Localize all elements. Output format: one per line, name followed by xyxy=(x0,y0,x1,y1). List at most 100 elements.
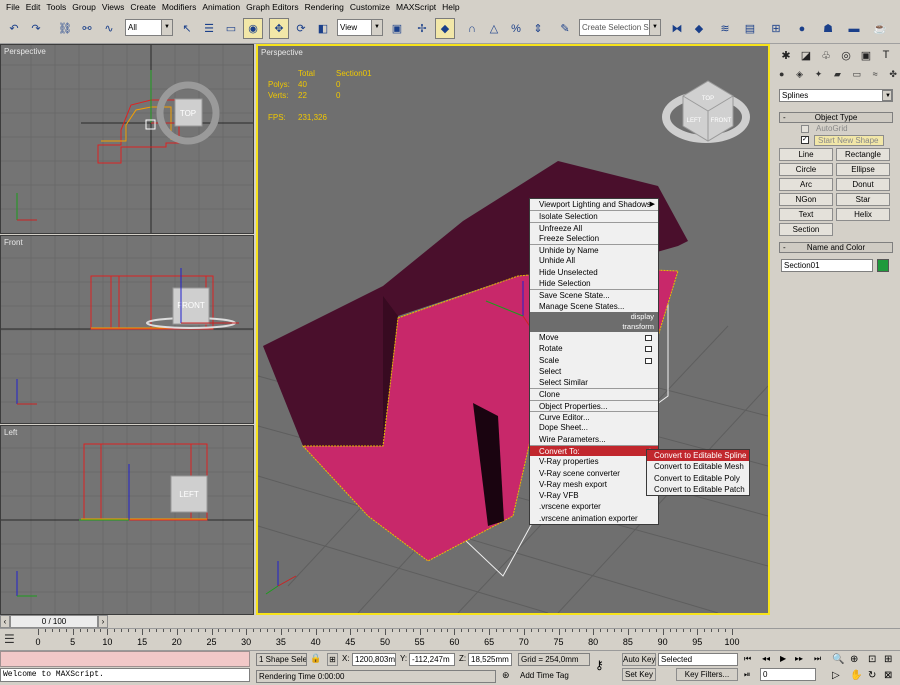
select-move-icon[interactable]: ✥ xyxy=(269,18,289,39)
key-icon[interactable]: ⚷ xyxy=(595,658,604,672)
cameras-icon[interactable]: ▰ xyxy=(834,69,841,83)
time-slider-bar[interactable]: ‹ 0 / 100 › xyxy=(0,615,900,628)
spacewarps-icon[interactable]: ≈ xyxy=(873,69,878,83)
percent-snap-icon[interactable]: % xyxy=(506,18,526,39)
menu-item-save-scene-state[interactable]: Save Scene State... xyxy=(530,289,658,300)
key-mode-icon[interactable]: ⏯ xyxy=(744,670,750,680)
next-frame-icon[interactable]: ▸▸ xyxy=(795,654,803,663)
menu-item-unhide-by-name[interactable]: Unhide by Name xyxy=(530,244,658,255)
menu-item-vrscene-animation-exporter[interactable]: .vrscene animation exporter xyxy=(530,513,658,524)
bind-space-warp-icon[interactable]: ∿ xyxy=(99,18,119,39)
ellipse-button[interactable]: Ellipse xyxy=(836,163,890,176)
select-scale-icon[interactable]: ◧ xyxy=(313,18,333,39)
menu-modifiers[interactable]: Modifiers xyxy=(159,0,199,14)
play-icon[interactable]: ▶ xyxy=(780,654,786,663)
submenu-item-convert-to-editable-mesh[interactable]: Convert to Editable Mesh xyxy=(647,461,749,472)
rect-selection-icon[interactable]: ▭ xyxy=(221,18,241,39)
object-type-rollout-header[interactable]: - Object Type xyxy=(779,112,893,123)
submenu-item-convert-to-editable-patch[interactable]: Convert to Editable Patch xyxy=(647,484,749,495)
edit-named-selection-icon[interactable]: ✎ xyxy=(555,18,575,39)
time-slider-thumb[interactable]: 0 / 100 xyxy=(10,615,98,628)
viewport-label[interactable]: Left xyxy=(4,428,17,437)
menu-help[interactable]: Help xyxy=(439,0,462,14)
circle-button[interactable]: Circle xyxy=(779,163,833,176)
menu-edit[interactable]: Edit xyxy=(23,0,44,14)
settings-box-icon[interactable] xyxy=(645,334,652,341)
key-filters-button[interactable]: Key Filters... xyxy=(676,668,738,681)
viewport-label[interactable]: Perspective xyxy=(4,47,46,56)
maxscript-mini-listener[interactable]: Welcome to MAXScript. xyxy=(0,668,250,682)
redo-icon[interactable]: ↷ xyxy=(26,18,46,39)
menu-graph-editors[interactable]: Graph Editors xyxy=(243,0,301,14)
viewcube-label[interactable]: TOP xyxy=(180,109,196,118)
menu-item-dope-sheet[interactable]: Dope Sheet... xyxy=(530,422,658,433)
menu-animation[interactable]: Animation xyxy=(199,0,243,14)
settings-box-icon[interactable] xyxy=(645,346,652,353)
section-button[interactable]: Section xyxy=(779,223,833,236)
y-coordinate-field[interactable]: -112,247m xyxy=(409,653,455,666)
spinner-snap-icon[interactable]: ⇕ xyxy=(528,18,548,39)
menu-create[interactable]: Create xyxy=(127,0,159,14)
modify-tab-icon[interactable]: ◪ xyxy=(797,46,815,64)
go-to-start-icon[interactable]: ⏮ xyxy=(744,654,751,664)
text-button[interactable]: Text xyxy=(779,208,833,221)
chevron-right-icon[interactable]: › xyxy=(98,615,108,628)
start-new-shape-button[interactable]: Start New Shape xyxy=(814,135,884,146)
selection-filter-dropdown[interactable]: All ▼ xyxy=(125,19,173,36)
menu-item-move[interactable]: Move xyxy=(530,332,658,343)
align-icon[interactable]: ◆ xyxy=(689,18,709,39)
menu-tools[interactable]: Tools xyxy=(43,0,69,14)
menu-item-convert-to[interactable]: Convert To:▶ xyxy=(530,444,658,457)
mirror-icon[interactable]: ⧓ xyxy=(667,18,687,39)
menu-item-clone[interactable]: Clone xyxy=(530,388,658,399)
menu-item-manage-scene-states[interactable]: Manage Scene States... xyxy=(530,301,658,312)
zoom-all-icon[interactable]: ⊕ xyxy=(850,654,858,665)
object-color-swatch[interactable] xyxy=(877,259,889,272)
undo-icon[interactable]: ↶ xyxy=(4,18,24,39)
helix-button[interactable]: Helix xyxy=(836,208,890,221)
left-viewport[interactable]: LEFT Left xyxy=(0,425,254,615)
go-to-end-icon[interactable]: ⏭ xyxy=(814,654,821,664)
autogrid-checkbox[interactable] xyxy=(801,125,809,133)
rectangle-button[interactable]: Rectangle xyxy=(836,148,890,161)
menu-item-select-similar[interactable]: Select Similar xyxy=(530,377,658,388)
perspective-viewport[interactable]: TOP LEFT FRONT Perspective Total Section… xyxy=(256,44,770,615)
settings-box-icon[interactable] xyxy=(645,357,652,364)
snaps-toggle-icon[interactable]: ∩ xyxy=(462,18,482,39)
material-editor-icon[interactable]: ● xyxy=(792,18,812,39)
layer-manager-icon[interactable]: ≋ xyxy=(715,18,735,39)
object-name-field[interactable]: Section01 xyxy=(781,259,873,272)
viewcube-label[interactable]: LEFT xyxy=(687,118,702,124)
menu-item-v-ray-mesh-export[interactable]: V-Ray mesh export xyxy=(530,479,658,490)
star-button[interactable]: Star xyxy=(836,193,890,206)
line-button[interactable]: Line xyxy=(779,148,833,161)
chevron-left-icon[interactable]: ‹ xyxy=(0,615,10,628)
named-selection-sets-field[interactable]: Create Selection Se ▼ xyxy=(579,19,661,36)
zoom-extents-icon[interactable]: ⊡ xyxy=(868,654,876,665)
track-bar[interactable]: ☰ 0 5 10 15 20 25 30 35 40 45 50 55 60 65 70 75 80 85 90 95… xyxy=(0,628,900,650)
lights-icon[interactable]: ✦ xyxy=(815,69,823,83)
rendered-frame-window-icon[interactable]: ▬ xyxy=(844,18,864,39)
current-frame-field[interactable]: 0 xyxy=(760,668,816,681)
menu-item-rotate[interactable]: Rotate xyxy=(530,343,658,354)
time-tag-icon[interactable]: ⊛ xyxy=(502,670,510,681)
top-viewport[interactable]: TOP Perspective xyxy=(0,44,254,234)
pivot-center-icon[interactable]: ▣ xyxy=(387,18,407,39)
angle-snap-icon[interactable]: △ xyxy=(484,18,504,39)
menu-views[interactable]: Views xyxy=(99,0,128,14)
render-setup-icon[interactable]: ☗ xyxy=(818,18,838,39)
viewcube-label[interactable]: TOP xyxy=(702,96,714,102)
menu-item-unfreeze-all[interactable]: Unfreeze All xyxy=(530,221,658,233)
viewport-label[interactable]: Perspective xyxy=(261,48,303,57)
menu-item-hide-unselected[interactable]: Hide Unselected xyxy=(530,267,658,278)
name-color-rollout-header[interactable]: - Name and Color xyxy=(779,242,893,253)
menu-item-freeze-selection[interactable]: Freeze Selection xyxy=(530,233,658,244)
key-selection-dropdown[interactable]: Selected xyxy=(658,653,738,666)
menu-item-v-ray-scene-converter[interactable]: V-Ray scene converter xyxy=(530,468,658,479)
window-crossing-icon[interactable]: ◉ xyxy=(243,18,263,39)
set-key-button[interactable]: Set Key xyxy=(622,668,656,681)
reference-coordinate-dropdown[interactable]: View ▼ xyxy=(337,19,383,36)
menu-item-unhide-all[interactable]: Unhide All xyxy=(530,255,658,266)
select-object-icon[interactable]: ↖ xyxy=(177,18,197,39)
previous-frame-icon[interactable]: ◂◂ xyxy=(762,654,770,663)
